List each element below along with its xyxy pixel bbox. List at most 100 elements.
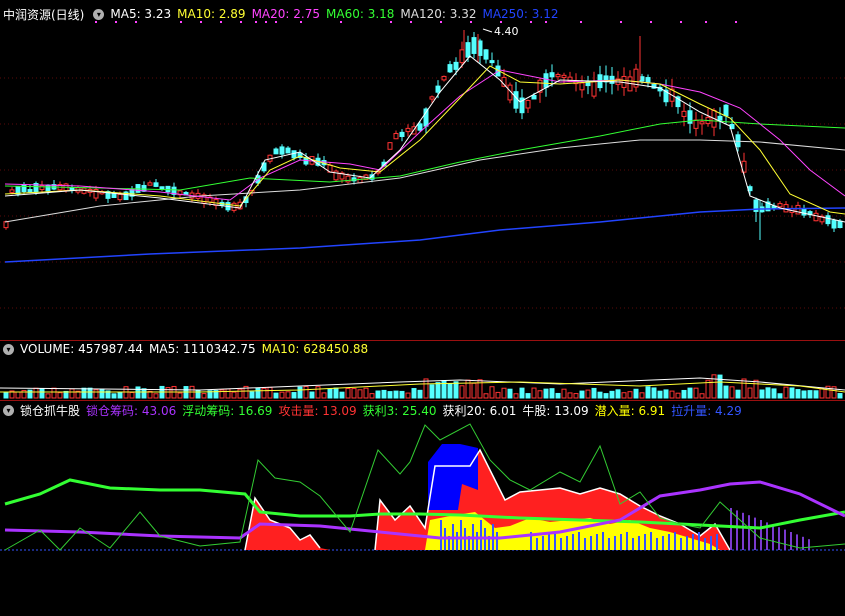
volume-bar: [129, 392, 135, 399]
volume-bar: [717, 374, 723, 399]
candle-body: [531, 95, 537, 100]
marker-dot: [240, 21, 242, 23]
indicator-legend-item: 拉升量: 4.29: [671, 403, 742, 418]
volume-bar: [627, 391, 633, 399]
volume-bar: [387, 391, 393, 399]
volume-bar: [417, 389, 423, 399]
candle-body: [435, 85, 441, 93]
volume-bar: [711, 374, 717, 399]
volume-bar: [381, 389, 387, 399]
volume-bar: [579, 390, 585, 399]
indicator-chart[interactable]: [0, 420, 845, 616]
candle-body: [279, 146, 285, 155]
candle-body: [723, 104, 729, 117]
candle-body: [801, 208, 807, 216]
candle-body: [837, 220, 843, 229]
volume-bar: [267, 386, 273, 399]
volume-bar: [15, 391, 21, 399]
volume-bar: [759, 389, 765, 399]
marker-dot: [200, 21, 202, 23]
lift-bar: [460, 520, 462, 550]
lift-bar: [698, 532, 700, 550]
volume-bar: [555, 392, 561, 399]
volume-bar: [489, 386, 495, 399]
volume-bar: [813, 390, 819, 399]
volume-bar: [687, 387, 693, 399]
lift-bar: [572, 534, 574, 550]
candle-body: [27, 189, 33, 193]
marker-dot: [705, 21, 707, 23]
candle-body: [477, 40, 483, 56]
lift-bar: [480, 520, 482, 550]
volume-bar: [573, 393, 579, 399]
marker-dot: [340, 21, 342, 23]
candle-body: [645, 77, 651, 83]
lift-bar: [614, 536, 616, 550]
volume-bar: [453, 381, 459, 399]
candle-body: [831, 220, 837, 229]
candle-body: [357, 177, 363, 184]
collapse-toggle-icon[interactable]: ▾: [3, 404, 14, 416]
volume-bar: [369, 393, 375, 399]
candle-body: [45, 184, 51, 192]
indicator-legend-item: 获利3: 25.40: [362, 403, 437, 418]
volume-bar: [375, 390, 381, 399]
candle-body: [399, 131, 405, 137]
lock-bar: [784, 529, 786, 550]
lift-bar: [578, 532, 580, 550]
marker-dot: [530, 21, 532, 23]
lift-bar: [608, 538, 610, 550]
marker-dot: [545, 21, 547, 23]
lock-bar: [790, 532, 792, 550]
volume-bar: [471, 382, 477, 399]
volume-bar: [543, 388, 549, 399]
volume-bar: [297, 386, 303, 399]
candle-body: [591, 81, 597, 97]
volume-bar: [177, 392, 183, 399]
volume-bar: [777, 393, 783, 399]
candle-body: [159, 186, 165, 190]
candle-body: [291, 150, 297, 159]
lift-bar: [596, 534, 598, 550]
volume-bar: [669, 390, 675, 399]
marker-dot: [440, 21, 442, 23]
volume-bar: [819, 388, 825, 399]
volume-bar: [141, 388, 147, 399]
indicator-legend-item: 获利20: 6.01: [442, 403, 517, 418]
marker-dot: [650, 21, 652, 23]
volume-bar: [231, 391, 237, 399]
marker-dot: [410, 21, 412, 23]
volume-bar: [195, 389, 201, 399]
volume-bar: [3, 391, 9, 399]
volume-bar: [201, 393, 207, 399]
lift-bar: [584, 538, 586, 550]
lift-bar: [638, 536, 640, 550]
volume-bar: [729, 386, 735, 399]
lock-bar: [748, 515, 750, 550]
volume-bar: [639, 392, 645, 399]
volume-bar: [327, 388, 333, 399]
volume-bar: [531, 387, 537, 399]
candle-body: [513, 91, 519, 109]
volume-bar: [93, 389, 99, 399]
candle-body: [9, 189, 15, 193]
candle-body: [465, 42, 471, 58]
candle-body: [543, 73, 549, 88]
candle-body: [3, 221, 9, 229]
volume-bar: [519, 387, 525, 399]
candle-body: [489, 60, 495, 64]
marker-dot: [300, 21, 302, 23]
volume-bar: [699, 393, 705, 399]
lift-bar: [626, 532, 628, 550]
volume-bar: [111, 393, 117, 399]
volume-bar: [549, 388, 555, 399]
candle-body: [681, 110, 687, 117]
volume-bar: [357, 389, 363, 399]
candle-body: [777, 203, 783, 208]
price-chart[interactable]: 4.40: [0, 0, 845, 340]
volume-bar: [735, 389, 741, 399]
volume-bar: [753, 379, 759, 399]
candle-body: [117, 193, 123, 201]
volume-chart[interactable]: [0, 342, 845, 400]
volume-bar: [501, 387, 507, 399]
